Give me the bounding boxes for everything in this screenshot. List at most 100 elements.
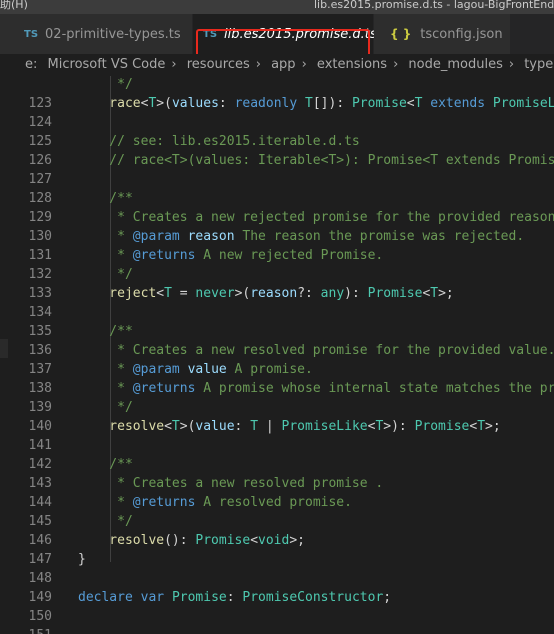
line-number: 131 xyxy=(28,248,52,263)
code-line[interactable]: 151 xyxy=(0,626,554,634)
code-token: : xyxy=(226,590,243,605)
code-token: // race<T>(values: Iterable<T>): Promise… xyxy=(78,153,554,168)
code-token: The reason the promise was rejected. xyxy=(234,229,525,244)
line-number: 127 xyxy=(28,172,52,187)
code-line[interactable]: 150 xyxy=(0,607,554,626)
code-line[interactable]: 149 declare var Promise: PromiseConstruct… xyxy=(0,588,554,607)
code-text: * Creates a new resolved promise for the… xyxy=(78,341,554,360)
code-line[interactable]: */ xyxy=(0,76,554,94)
code-token: Promise xyxy=(367,286,423,301)
title-bar: 助(H) lib.es2015.promise.d.ts - lagou-Big… xyxy=(0,0,554,14)
code-text: } xyxy=(78,550,86,569)
code-line[interactable]: 142 /** xyxy=(0,455,554,474)
breadcrumb-item[interactable]: Microsoft VS Code xyxy=(48,57,166,72)
tab-primitive-types[interactable]: TS 02-primitive-types.ts xyxy=(0,14,192,54)
code-line[interactable]: 138 * @returns A promise whose internal … xyxy=(0,379,554,398)
code-token: reason xyxy=(250,286,298,301)
code-token: */ xyxy=(78,400,133,415)
code-text: * @param reason The reason the promise w… xyxy=(78,227,524,246)
code-line[interactable]: 143 * Creates a new resolved promise . xyxy=(0,474,554,493)
tab-label: tsconfig.json xyxy=(420,26,503,42)
code-line[interactable]: 130 * @param reason The reason the promi… xyxy=(0,227,554,246)
code-text: */ xyxy=(78,76,133,94)
tab-tsconfig[interactable]: { } tsconfig.json xyxy=(374,14,510,54)
tab-label: 02-primitive-types.ts xyxy=(45,26,181,42)
code-text: resolve<T>(value: T | PromiseLike<T>): P… xyxy=(78,417,500,436)
code-line[interactable]: 123 race<T>(values: readonly T[]): Promi… xyxy=(0,94,554,113)
code-line[interactable]: 124 xyxy=(0,113,554,132)
code-token: reject xyxy=(78,286,157,301)
breadcrumb-item[interactable]: typescript xyxy=(524,57,554,72)
code-token: void xyxy=(258,533,290,548)
code-line[interactable]: 140 resolve<T>(value: T | PromiseLike<T>… xyxy=(0,417,554,436)
code-token: never xyxy=(195,286,235,301)
code-line[interactable]: 125 // see: lib.es2015.iterable.d.ts xyxy=(0,132,554,151)
breadcrumb-item[interactable]: app xyxy=(271,57,295,72)
code-line[interactable]: 144 * @returns A resolved promise. xyxy=(0,493,554,512)
code-token: values xyxy=(171,96,219,111)
code-line[interactable]: 129 * Creates a new rejected promise for… xyxy=(0,208,554,227)
code-text: /** xyxy=(78,455,133,474)
code-token: | xyxy=(258,419,282,434)
chevron-right-icon: › xyxy=(255,57,261,72)
code-line[interactable]: 126 // race<T>(values: Iterable<T>): Pro… xyxy=(0,151,554,170)
line-number: 125 xyxy=(28,134,52,149)
code-token: = xyxy=(171,286,196,301)
code-token: resolve xyxy=(78,419,165,434)
code-editor[interactable]: */123 race<T>(values: readonly T[]): Pro… xyxy=(0,76,554,634)
code-text: /** xyxy=(78,322,133,341)
code-token: @param xyxy=(132,362,180,377)
code-text: * @returns A new rejected Promise. xyxy=(78,246,383,265)
code-line[interactable]: 141 xyxy=(0,436,554,455)
breadcrumb-item[interactable]: node_modules xyxy=(408,57,502,72)
code-line[interactable]: 134 xyxy=(0,303,554,322)
breadcrumb-item[interactable]: resources xyxy=(187,57,250,72)
line-number: 146 xyxy=(28,533,52,548)
breadcrumb-item[interactable]: e: xyxy=(25,57,37,72)
code-line[interactable]: 133 reject<T = never>(reason?: any): Pro… xyxy=(0,284,554,303)
code-line[interactable]: 139 */ xyxy=(0,398,554,417)
code-line[interactable]: 131 * @returns A new rejected Promise. xyxy=(0,246,554,265)
code-line[interactable]: 146 resolve(): Promise<void>; xyxy=(0,531,554,550)
code-token: ): xyxy=(344,286,368,301)
code-line[interactable]: 148 xyxy=(0,569,554,588)
line-number: 147 xyxy=(28,552,52,567)
code-token: T xyxy=(477,419,486,434)
code-text: resolve(): Promise<void>; xyxy=(78,531,305,550)
code-token: >; xyxy=(289,533,305,548)
code-token: (): xyxy=(164,533,196,548)
code-line[interactable]: 137 * @param value A promise. xyxy=(0,360,554,379)
line-number: 149 xyxy=(28,590,52,605)
code-token: T xyxy=(305,96,313,111)
code-token: A promise whose internal state matches t… xyxy=(195,381,554,396)
code-line[interactable]: 136 * Creates a new resolved promise for… xyxy=(0,341,554,360)
code-line[interactable]: 135 /** xyxy=(0,322,554,341)
code-line[interactable]: 147} xyxy=(0,550,554,569)
code-token: race xyxy=(78,96,141,111)
code-line[interactable]: 127 xyxy=(0,170,554,189)
code-text: * Creates a new resolved promise . xyxy=(78,474,383,493)
code-line[interactable]: 132 */ xyxy=(0,265,554,284)
code-line[interactable]: 128 /** xyxy=(0,189,554,208)
tab-promise-d-ts[interactable]: TS lib.es2015.promise.d.ts ✕ xyxy=(193,14,400,54)
breadcrumb-item[interactable]: extensions xyxy=(317,57,387,72)
code-token: T xyxy=(164,286,172,301)
help-menu[interactable]: 助(H) xyxy=(0,0,28,10)
code-token: PromiseLike xyxy=(281,419,368,434)
line-number: 143 xyxy=(28,476,52,491)
code-token: * xyxy=(78,229,133,244)
code-line[interactable]: 145 */ xyxy=(0,512,554,531)
code-token: resolve xyxy=(78,533,165,548)
code-text: // race<T>(values: Iterable<T>): Promise… xyxy=(78,151,554,170)
code-text: */ xyxy=(78,398,133,417)
code-text: * @param value A promise. xyxy=(78,360,313,379)
code-token: * xyxy=(78,248,133,263)
code-token: >( xyxy=(234,286,251,301)
line-number: 136 xyxy=(28,343,52,358)
code-token: */ xyxy=(78,514,133,529)
code-token: @returns xyxy=(132,248,196,263)
line-number: 129 xyxy=(28,210,52,225)
code-token: value xyxy=(195,419,235,434)
breadcrumb: e: Microsoft VS Code › resources › app › ex… xyxy=(0,54,554,76)
line-number: 134 xyxy=(28,305,52,320)
